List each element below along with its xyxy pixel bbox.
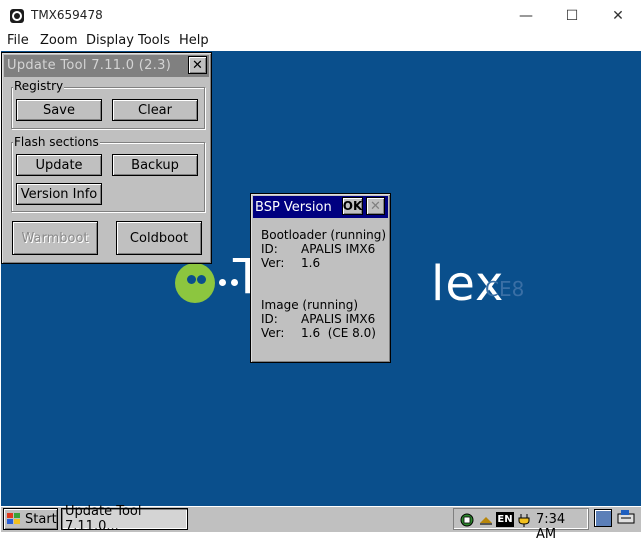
bootloader-ver-label: Ver: (261, 256, 285, 270)
bsp-version-dialog: BSP Version OK ✕ Bootloader (running) ID… (250, 193, 391, 363)
logo-ce-suffix: CE8 (485, 277, 525, 301)
update-tool-title: Update Tool 7.11.0 (2.3) (7, 58, 172, 73)
menu-help[interactable]: Help (179, 33, 209, 48)
close-icon: ✕ (612, 7, 624, 24)
image-id-label: ID: (261, 312, 278, 326)
clock: 7:34 AM (536, 512, 566, 542)
update-tool-close-button[interactable]: ✕ (188, 56, 207, 74)
minimize-button[interactable]: — (503, 0, 549, 31)
clear-button[interactable]: Clear (112, 99, 198, 121)
update-tool-title-bar: Update Tool 7.11.0 (2.3) ✕ (4, 55, 209, 77)
keyboard-icon[interactable] (617, 509, 635, 527)
network-icon (460, 513, 474, 527)
registry-group-label: Registry (13, 79, 65, 93)
host-title-bar: TMX659478 — ☐ ✕ (0, 0, 642, 31)
minimize-icon: — (519, 7, 533, 24)
version-info-button[interactable]: Version Info (16, 183, 102, 205)
bootloader-heading: Bootloader (running) (261, 228, 387, 242)
windows-flag-icon (7, 513, 20, 524)
image-heading: Image (running) (261, 298, 359, 312)
bootloader-ver-value: 1.6 (301, 256, 321, 270)
host-window-title: TMX659478 (31, 8, 103, 22)
close-icon: ✕ (192, 57, 203, 73)
bootloader-id-value: APALIS IMX6 (301, 242, 376, 256)
menu-file[interactable]: File (7, 33, 29, 48)
power-plug-icon (518, 514, 530, 527)
start-button[interactable]: Start (3, 508, 58, 530)
menu-tools[interactable]: Tools (138, 33, 170, 48)
update-tool-window: Update Tool 7.11.0 (2.3) ✕ Registry Save… (1, 52, 212, 264)
system-tray: EN 7:34 AM (453, 508, 589, 542)
logo-green-dot (175, 263, 215, 303)
bsp-dialog-title: BSP Version (255, 200, 332, 215)
start-label: Start (25, 511, 57, 527)
input-language-indicator[interactable]: EN (496, 512, 514, 527)
flash-sections-group-label: Flash sections (13, 135, 100, 149)
emulator-app-icon (9, 8, 25, 24)
sync-icon (480, 517, 492, 525)
warmboot-button[interactable]: Warmboot (12, 221, 98, 255)
save-button[interactable]: Save (16, 99, 102, 121)
image-ver-value: 1.6 (CE 8.0) (301, 326, 376, 340)
bsp-dialog-title-bar: BSP Version OK ✕ (253, 196, 388, 218)
image-id-value: APALIS IMX6 (301, 312, 376, 326)
image-ver-label: Ver: (261, 326, 285, 340)
backup-button[interactable]: Backup (112, 154, 198, 176)
menu-display[interactable]: Display (86, 33, 134, 48)
bootloader-id-label: ID: (261, 242, 278, 256)
host-menu-bar: File Zoom Display Tools Help (0, 31, 642, 51)
coldboot-button[interactable]: Coldboot (116, 221, 202, 255)
maximize-icon: ☐ (565, 7, 579, 24)
menu-zoom[interactable]: Zoom (40, 33, 77, 48)
taskbar-item-update-tool[interactable]: Update Tool 7.11.0... (61, 504, 188, 534)
ok-button[interactable]: OK (342, 197, 363, 215)
close-window-button[interactable]: ✕ (595, 0, 641, 31)
taskbar: Start Update Tool 7.11.0... EN 7:34 AM (1, 504, 641, 542)
desktop-toggle-icon[interactable] (594, 509, 612, 527)
maximize-button[interactable]: ☐ (549, 0, 595, 31)
update-button[interactable]: Update (16, 154, 102, 176)
close-icon: ✕ (370, 198, 381, 214)
bsp-close-button[interactable]: ✕ (366, 197, 385, 215)
